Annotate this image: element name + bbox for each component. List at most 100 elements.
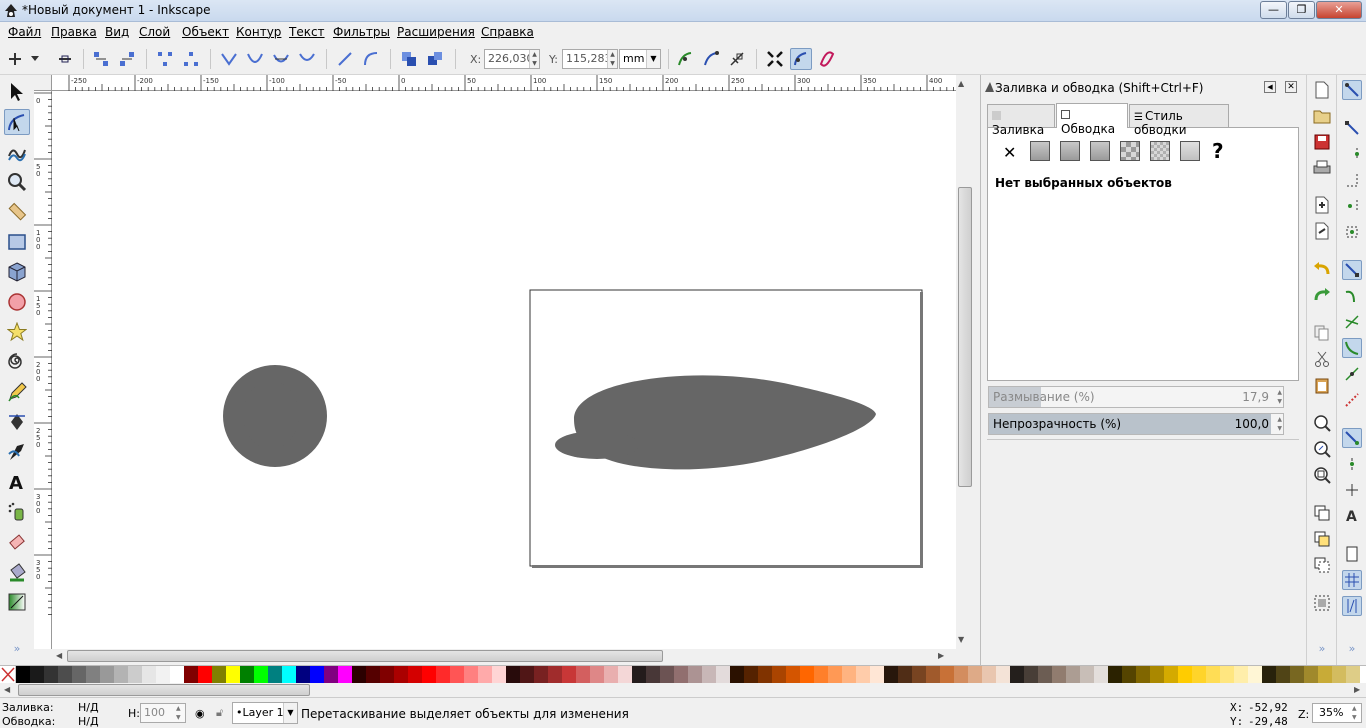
palette-swatch[interactable]	[184, 666, 198, 683]
palette-swatch[interactable]	[282, 666, 296, 683]
menu-layer[interactable]: Слой	[139, 25, 170, 39]
menu-object[interactable]: Объект	[182, 25, 229, 39]
palette-swatch[interactable]	[590, 666, 604, 683]
maximize-button[interactable]: ❐	[1288, 1, 1315, 19]
x-input[interactable]: 226,030 ▲ ▼	[484, 49, 540, 69]
show-path-outline-icon[interactable]	[790, 48, 812, 70]
palette-swatch[interactable]	[1220, 666, 1234, 683]
linear-gradient-icon[interactable]	[1060, 141, 1080, 161]
opacity-h-input[interactable]: 100 ▲ ▼	[140, 703, 186, 723]
toggle-lock-icon[interactable]: 🔓︎	[216, 706, 223, 720]
palette-swatch[interactable]	[814, 666, 828, 683]
show-handles-icon[interactable]	[700, 48, 722, 70]
palette-swatch[interactable]	[968, 666, 982, 683]
palette-swatch[interactable]	[1038, 666, 1052, 683]
cut-icon[interactable]	[1312, 349, 1332, 369]
palette-swatch[interactable]	[408, 666, 422, 683]
group-icon[interactable]	[1312, 593, 1332, 613]
palette-swatch[interactable]	[618, 666, 632, 683]
delete-node-icon[interactable]	[54, 48, 76, 70]
palette-swatch[interactable]	[394, 666, 408, 683]
duplicate-icon[interactable]	[1312, 503, 1332, 523]
palette-swatch[interactable]	[898, 666, 912, 683]
palette-swatch[interactable]	[380, 666, 394, 683]
vertical-scrollbar[interactable]: ▲ ▼	[956, 75, 976, 649]
show-transform-handles-icon[interactable]	[674, 48, 696, 70]
menu-view[interactable]: Вид	[105, 25, 129, 39]
scroll-down-icon[interactable]: ▼	[958, 635, 964, 644]
palette-swatch[interactable]	[940, 666, 954, 683]
palette-swatch[interactable]	[1108, 666, 1122, 683]
palette-swatch[interactable]	[1150, 666, 1164, 683]
clone-icon[interactable]	[1312, 529, 1332, 549]
unknown-paint-icon[interactable]: ?	[1212, 139, 1224, 163]
opacity-stepper-icon[interactable]: ▲ ▼	[1277, 415, 1282, 433]
palette-swatch[interactable]	[982, 666, 996, 683]
palette-swatch[interactable]	[1122, 666, 1136, 683]
palette-swatch[interactable]	[366, 666, 380, 683]
palette-scroll-right-icon[interactable]: ▶	[1354, 685, 1360, 694]
selector-tool-icon[interactable]	[4, 79, 30, 105]
palette-swatch[interactable]	[632, 666, 646, 683]
y-input[interactable]: 115,283 ▲ ▼	[562, 49, 618, 69]
blur-slider[interactable]: Размывание (%) 17,9 ▲ ▼	[988, 386, 1284, 408]
no-paint-icon[interactable]: ✕	[1003, 143, 1016, 162]
palette-swatch[interactable]	[604, 666, 618, 683]
snap-bbox-icon[interactable]	[1342, 118, 1362, 138]
menu-help[interactable]: Справка	[481, 25, 534, 39]
scroll-right-icon[interactable]: ▶	[938, 651, 944, 660]
insert-node-dropdown-icon[interactable]	[28, 48, 42, 70]
palette-swatch[interactable]	[1290, 666, 1304, 683]
palette-swatch[interactable]	[1024, 666, 1038, 683]
horizontal-scrollbar[interactable]: ◀ ▶	[52, 649, 956, 663]
minimize-button[interactable]: —	[1260, 1, 1287, 19]
zoom-drawing-icon[interactable]	[1312, 439, 1332, 459]
unset-paint-icon[interactable]	[1180, 141, 1200, 161]
snap-rotation-center-icon[interactable]	[1342, 480, 1362, 500]
zoom-input[interactable]: 35% ▲ ▼	[1312, 703, 1362, 723]
palette-scrollbar[interactable]: ◀ ▶	[0, 683, 1366, 697]
palette-swatch[interactable]	[226, 666, 240, 683]
palette-swatch[interactable]	[44, 666, 58, 683]
eraser-tool-icon[interactable]	[4, 529, 30, 555]
pattern-icon[interactable]	[1120, 141, 1140, 161]
ellipse-tool-icon[interactable]	[4, 289, 30, 315]
menu-path[interactable]: Контур	[236, 25, 281, 39]
palette-swatch[interactable]	[1276, 666, 1290, 683]
unit-select[interactable]: mm ▼	[619, 49, 661, 69]
menu-file[interactable]: Файл	[8, 25, 41, 39]
palette-swatch[interactable]	[744, 666, 758, 683]
pencil-tool-icon[interactable]	[4, 379, 30, 405]
palette-swatch[interactable]	[240, 666, 254, 683]
snap-bbox-center-icon[interactable]	[1342, 222, 1362, 242]
palette-swatch[interactable]	[296, 666, 310, 683]
join-nodes-icon[interactable]	[90, 48, 112, 70]
small-ellipse-shape[interactable]	[555, 431, 639, 459]
palette-swatch[interactable]	[562, 666, 576, 683]
show-clip-path-icon[interactable]	[816, 48, 838, 70]
palette-swatch[interactable]	[338, 666, 352, 683]
palette-swatch[interactable]	[1248, 666, 1262, 683]
zoom-tool-icon[interactable]	[4, 169, 30, 195]
layer-dropdown-icon[interactable]: ▼	[283, 703, 297, 723]
palette-swatch[interactable]	[86, 666, 100, 683]
h-stepper-icon[interactable]: ▲ ▼	[176, 704, 185, 722]
import-icon[interactable]	[1312, 195, 1332, 215]
spiral-tool-icon[interactable]	[4, 349, 30, 375]
more-snap-icon[interactable]: »	[1342, 641, 1362, 655]
palette-swatch[interactable]	[128, 666, 142, 683]
calligraphy-tool-icon[interactable]	[4, 439, 30, 465]
x-stepper-icon[interactable]: ▲ ▼	[529, 50, 539, 68]
palette-swatch[interactable]	[422, 666, 436, 683]
palette-swatch[interactable]	[520, 666, 534, 683]
palette-swatch[interactable]	[506, 666, 520, 683]
palette-swatch[interactable]	[1052, 666, 1066, 683]
palette-swatch[interactable]	[1080, 666, 1094, 683]
blur-stepper-icon[interactable]: ▲ ▼	[1277, 388, 1282, 406]
new-document-icon[interactable]	[1312, 80, 1332, 100]
palette-swatch[interactable]	[884, 666, 898, 683]
unit-dropdown-icon[interactable]: ▼	[646, 50, 660, 68]
snap-toggle-icon[interactable]	[1342, 80, 1362, 100]
palette-swatch[interactable]	[114, 666, 128, 683]
snap-guides-icon[interactable]	[1342, 596, 1362, 616]
